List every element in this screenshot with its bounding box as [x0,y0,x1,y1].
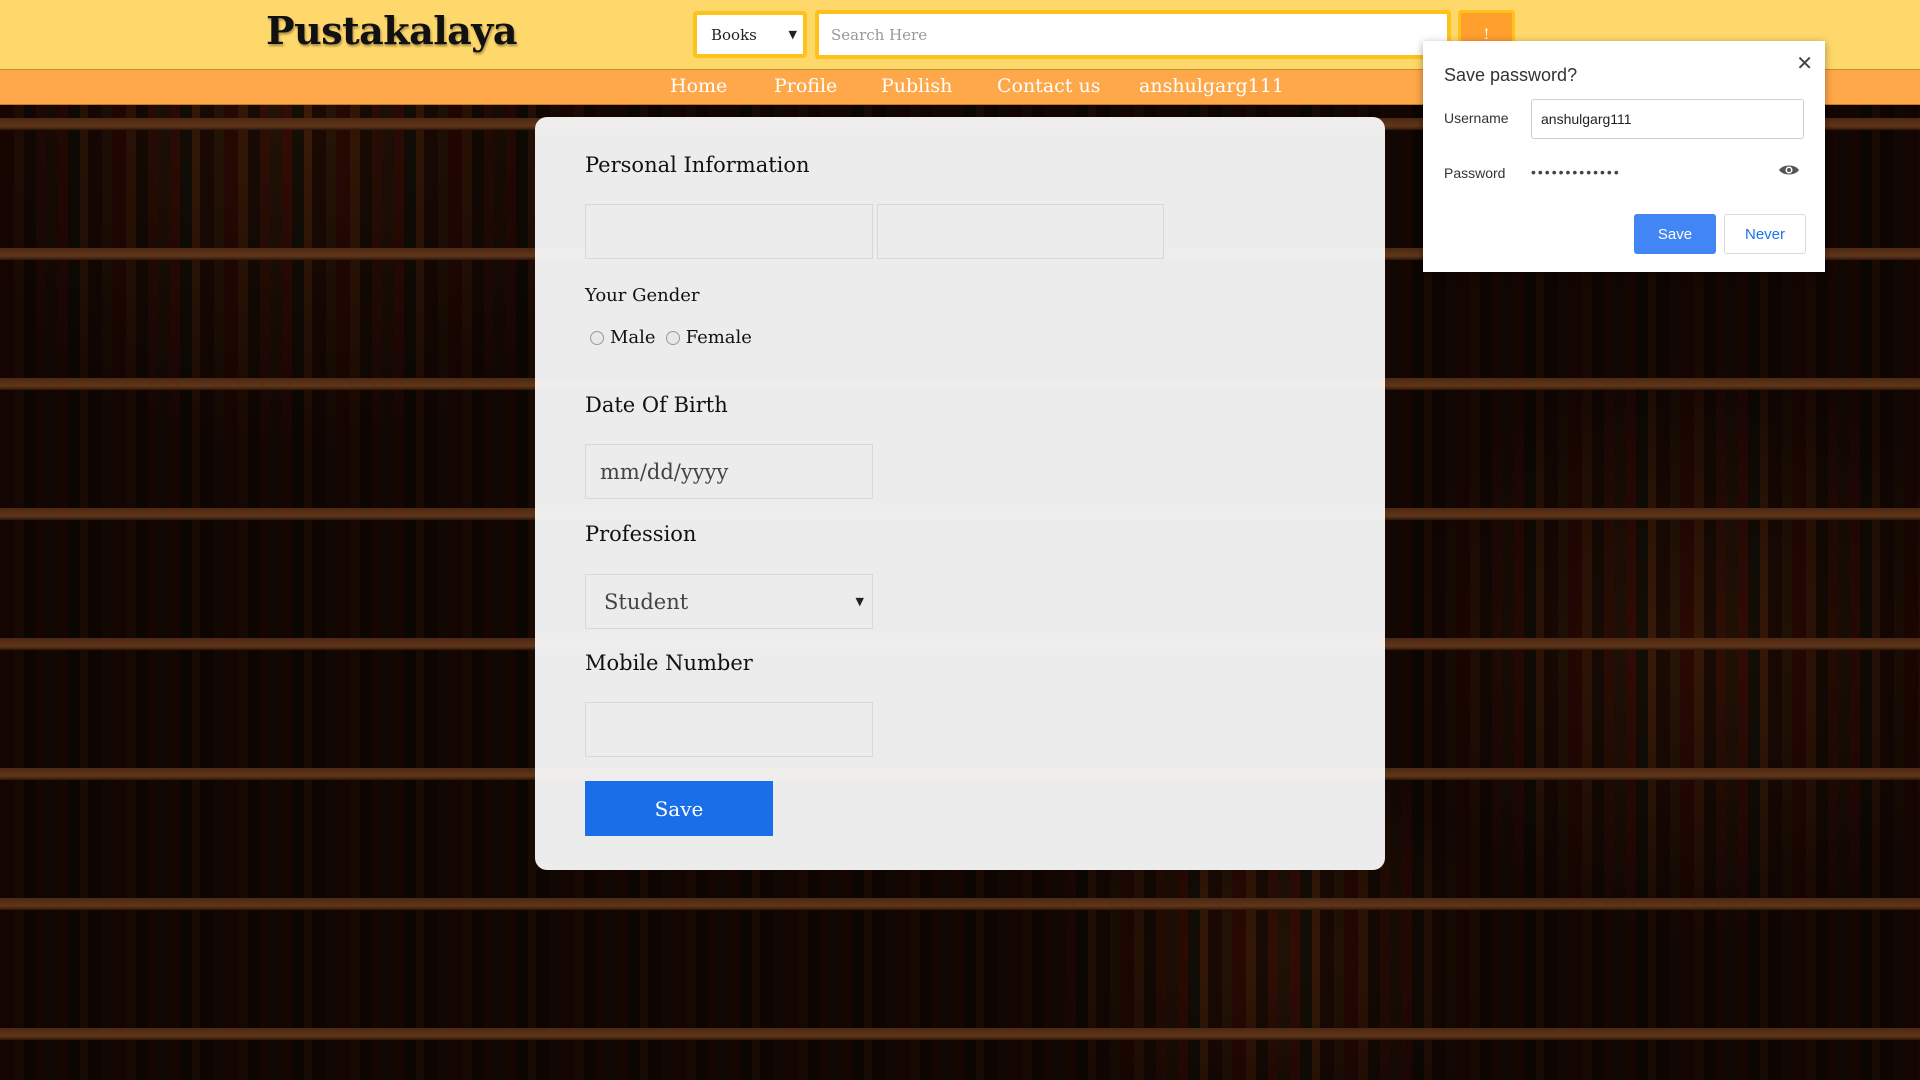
save-button[interactable]: Save [585,781,773,836]
female-label: Female [685,327,752,348]
nav-item-publish[interactable]: Publish [881,75,952,97]
chevron-down-icon: ▼ [788,28,797,41]
male-label: Male [610,327,656,348]
first-name-input[interactable] [585,204,873,259]
chevron-down-icon: ▼ [855,595,864,608]
profession-select[interactable]: Student ▼ [585,574,873,629]
save-password-dialog: Save password? ✕ Username anshulgarg111 … [1423,41,1825,272]
profile-form-card: Personal Information Your Gender Male Fe… [535,117,1385,870]
profession-label: Profession [585,522,697,546]
password-field[interactable]: ••••••••••••• [1531,164,1621,180]
username-field[interactable]: anshulgarg111 [1531,99,1804,139]
username-label: Username [1444,110,1509,126]
dob-input[interactable]: mm/dd/yyyy [585,444,873,499]
last-name-input[interactable] [877,204,1164,259]
nav-item-home[interactable]: Home [670,75,727,97]
dob-placeholder: mm/dd/yyyy [600,459,729,484]
brand-logo[interactable]: Pustakalaya [266,8,517,53]
mobile-label: Mobile Number [585,651,753,675]
mobile-input[interactable] [585,702,873,757]
nav-item-contact[interactable]: Contact us [997,75,1100,97]
male-radio[interactable] [590,330,604,345]
search-input[interactable]: Search Here [815,10,1451,59]
dialog-title: Save password? [1444,65,1578,85]
close-icon[interactable]: ✕ [1796,51,1813,76]
section-title: Personal Information [585,153,810,177]
profession-value: Student [604,589,689,614]
gender-label: Your Gender [585,285,700,306]
password-label: Password [1444,165,1506,181]
gender-radio-group: Male Female [590,327,762,348]
search-placeholder: Search Here [831,25,928,44]
category-select[interactable]: Books ▼ [693,11,807,58]
dob-label: Date Of Birth [585,393,728,417]
username-value: anshulgarg111 [1541,111,1632,127]
page: { "header": { "brand": "Pustakalaya", "c… [0,0,1920,1080]
category-value: Books [711,25,757,44]
password-never-button[interactable]: Never [1724,214,1806,254]
female-radio[interactable] [665,330,680,345]
eye-icon[interactable] [1778,163,1800,177]
nav-item-user[interactable]: anshulgarg111 [1139,75,1284,97]
password-save-button[interactable]: Save [1634,214,1716,254]
nav-item-profile[interactable]: Profile [774,75,837,97]
